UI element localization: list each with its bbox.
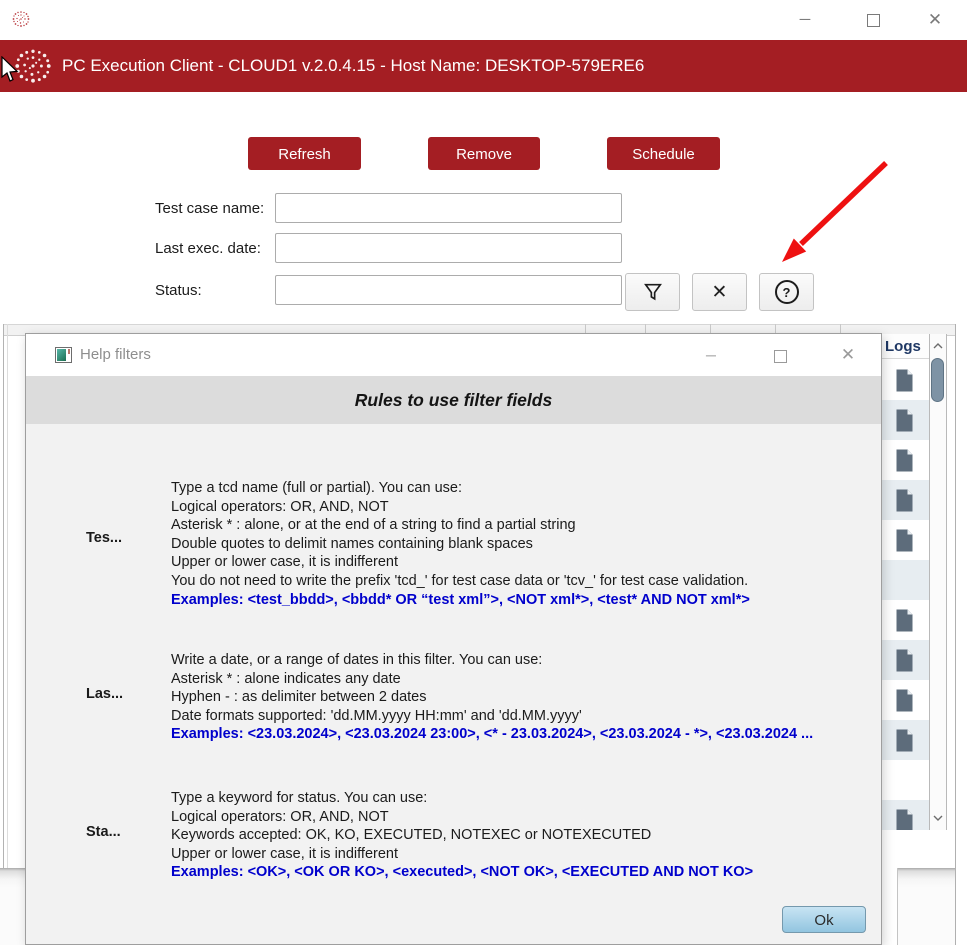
test-case-name-input[interactable]	[275, 193, 622, 223]
log-file-icon[interactable]	[894, 408, 915, 433]
help-section-examples: Examples: <test_bbdd>, <bbdd* OR “test x…	[171, 591, 877, 610]
grid-vertical-scrollbar[interactable]	[929, 334, 947, 830]
help-filters-dialog: Help filters ─ ✕ Rules to use filter fie…	[25, 333, 882, 945]
log-file-icon[interactable]	[894, 688, 915, 713]
app-logo-icon-large	[12, 45, 54, 87]
app-logo-icon	[11, 9, 31, 29]
help-filter-button[interactable]: ?	[759, 273, 814, 311]
table-row[interactable]	[879, 600, 930, 640]
dialog-title: Help filters	[80, 334, 151, 376]
table-row[interactable]	[879, 440, 930, 480]
help-section-label: Tes...	[86, 530, 166, 546]
clear-x-icon: ✕	[712, 281, 728, 304]
table-row[interactable]	[879, 400, 930, 440]
table-row[interactable]	[879, 480, 930, 520]
clear-filter-button[interactable]: ✕	[692, 273, 747, 311]
help-question-icon: ?	[775, 280, 799, 304]
status-input[interactable]	[275, 275, 622, 305]
log-file-icon[interactable]	[894, 488, 915, 513]
table-row[interactable]	[879, 720, 930, 760]
logs-column-header[interactable]: Logs	[878, 334, 929, 359]
dialog-close-button[interactable]: ✕	[831, 342, 865, 368]
main-titlebar: ─ ✕	[0, 0, 967, 40]
log-file-icon[interactable]	[894, 528, 915, 553]
table-row[interactable]	[879, 640, 930, 680]
logs-column-rows	[878, 360, 930, 830]
scrollbar-up-arrow[interactable]	[930, 336, 946, 356]
schedule-button[interactable]: Schedule	[607, 137, 720, 170]
table-row[interactable]	[879, 760, 930, 800]
help-section-examples: Examples: <23.03.2024>, <23.03.2024 23:0…	[171, 725, 877, 744]
dialog-maximize-button[interactable]	[763, 342, 797, 368]
scrollbar-thumb[interactable]	[931, 358, 944, 402]
help-section-label: Las...	[86, 686, 166, 702]
grid-first-column-edge	[7, 324, 8, 868]
grid-right-border	[955, 324, 956, 945]
log-file-icon[interactable]	[894, 648, 915, 673]
log-file-icon[interactable]	[894, 728, 915, 753]
log-file-icon[interactable]	[894, 808, 915, 831]
close-button[interactable]: ✕	[918, 7, 952, 33]
bottom-panel-divider	[897, 868, 898, 945]
help-section-text: Type a keyword for status. You can use:L…	[171, 789, 877, 882]
maximize-button[interactable]	[856, 7, 890, 33]
minimize-button[interactable]: ─	[788, 7, 822, 33]
table-row[interactable]	[879, 560, 930, 600]
ok-button[interactable]: Ok	[782, 906, 866, 933]
app-header-bar: PC Execution Client - CLOUD1 v.2.0.4.15 …	[0, 40, 967, 92]
dialog-app-icon	[55, 347, 72, 363]
dialog-titlebar: Help filters ─ ✕	[26, 334, 881, 376]
log-file-icon[interactable]	[894, 368, 915, 393]
table-row[interactable]	[879, 360, 930, 400]
scrollbar-down-arrow[interactable]	[930, 808, 946, 828]
app-root: ─ ✕ PC Execution Client - CLOUD1 v.2.0.4…	[0, 0, 967, 945]
table-row[interactable]	[879, 520, 930, 560]
dialog-heading-band: Rules to use filter fields	[26, 376, 881, 424]
help-section-text: Write a date, or a range of dates in thi…	[171, 651, 877, 744]
dialog-minimize-button[interactable]: ─	[694, 342, 728, 368]
table-row[interactable]	[879, 680, 930, 720]
dialog-heading: Rules to use filter fields	[26, 376, 881, 424]
help-section-label: Sta...	[86, 824, 166, 840]
dialog-maximize-icon	[774, 350, 787, 363]
filter-funnel-icon	[642, 281, 664, 303]
help-section-examples: Examples: <OK>, <OK OR KO>, <executed>, …	[171, 863, 877, 882]
last-exec-date-input[interactable]	[275, 233, 622, 263]
refresh-button[interactable]: Refresh	[248, 137, 361, 170]
help-section-text: Type a tcd name (full or partial). You c…	[171, 479, 877, 609]
log-file-icon[interactable]	[894, 608, 915, 633]
apply-filter-button[interactable]	[625, 273, 680, 311]
remove-button[interactable]: Remove	[428, 137, 540, 170]
table-row[interactable]	[879, 800, 930, 830]
log-file-icon[interactable]	[894, 448, 915, 473]
bottom-panel-gap	[882, 868, 897, 945]
grid-left-border	[3, 324, 4, 868]
maximize-icon	[867, 14, 880, 27]
app-title: PC Execution Client - CLOUD1 v.2.0.4.15 …	[62, 40, 644, 92]
